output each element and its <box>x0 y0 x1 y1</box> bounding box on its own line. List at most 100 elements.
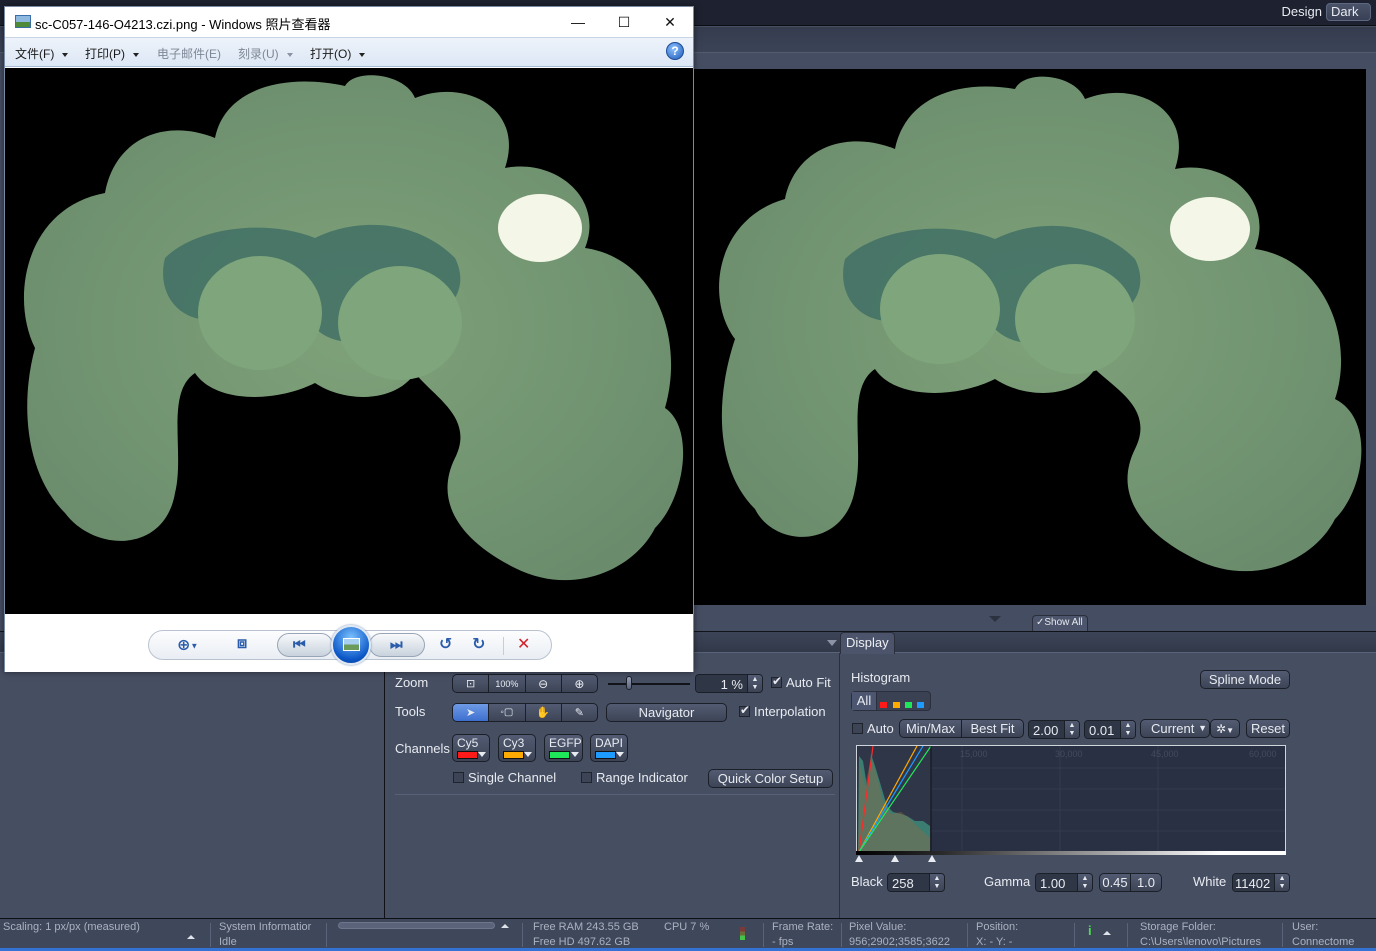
black-point-marker[interactable] <box>855 855 863 862</box>
previous-button[interactable]: ⏮ <box>277 633 333 657</box>
zoom-out-button[interactable]: ⊖ <box>526 675 562 692</box>
spinner-arrows[interactable]: ▲ ▼ <box>930 874 944 891</box>
range-indicator-check[interactable] <box>581 772 592 783</box>
channel-button-dapi[interactable]: DAPI <box>590 734 628 762</box>
design-theme-dropdown[interactable]: Dark <box>1326 3 1371 21</box>
channel-color-swatch <box>503 751 524 759</box>
show-all-tab[interactable]: ✓Show All <box>1032 615 1088 631</box>
zoom-100-button[interactable]: 100% <box>489 675 526 692</box>
channel-swatch-group[interactable] <box>877 692 930 710</box>
spinner-arrows[interactable]: ▲ ▼ <box>1121 721 1135 738</box>
zoom-fit-button[interactable]: ⊡ <box>453 675 490 692</box>
expand-caret-icon[interactable] <box>501 924 509 928</box>
pan-tool-button[interactable]: ✋ <box>526 704 562 721</box>
black-value[interactable]: 258 <box>888 874 930 891</box>
all-channels-button[interactable]: All <box>852 692 877 710</box>
auto-fit-check[interactable] <box>771 674 782 688</box>
panel-divider[interactable] <box>384 653 385 918</box>
zoom-slider-track[interactable] <box>608 683 690 685</box>
zoom-in-button[interactable]: ⊕ <box>562 675 597 692</box>
white-value[interactable]: 11402 <box>1233 874 1276 891</box>
delete-icon[interactable]: ✕ <box>517 634 530 654</box>
menu-file[interactable]: 文件(F) <box>15 45 69 62</box>
navigator-button[interactable]: Navigator <box>606 703 727 722</box>
menu-open[interactable]: 打开(O) <box>310 45 366 62</box>
expand-caret-icon[interactable] <box>187 935 195 939</box>
range-indicator-checkbox[interactable]: Range Indicator <box>581 770 688 785</box>
spline-mode-button[interactable]: Spline Mode <box>1200 670 1290 689</box>
bestfit-button[interactable]: Best Fit <box>962 720 1023 737</box>
spinner-arrows[interactable]: ▲ ▼ <box>1078 874 1092 891</box>
photo-viewer-app-icon <box>15 15 31 28</box>
gamma-marker[interactable] <box>891 855 899 862</box>
minimize-button[interactable]: — <box>555 7 601 37</box>
menu-email[interactable]: 电子邮件(E) <box>157 45 221 62</box>
gamma-value-field[interactable]: 1.00 ▲ ▼ <box>1035 873 1093 892</box>
interpolation-check[interactable] <box>739 703 750 717</box>
interpolation-checkbox[interactable]: Interpolation <box>739 703 826 719</box>
zen-image-view[interactable] <box>693 69 1366 605</box>
reset-button[interactable]: Reset <box>1246 719 1290 738</box>
tab-display[interactable]: Display <box>840 632 895 654</box>
quick-color-setup-button[interactable]: Quick Color Setup <box>708 769 833 788</box>
channel-swatch[interactable] <box>917 702 924 708</box>
bestfit-value2-field[interactable]: 0.01 ▲ ▼ <box>1084 720 1136 739</box>
minmax-button[interactable]: Min/Max <box>900 720 962 737</box>
chevron-down-icon[interactable] <box>524 752 532 757</box>
channel-swatch[interactable] <box>893 702 900 708</box>
slideshow-button[interactable] <box>331 625 371 665</box>
expand-caret-icon[interactable] <box>1103 931 1111 935</box>
auto-check[interactable] <box>852 723 863 734</box>
channel-button-egfp[interactable]: EGFP <box>544 734 583 762</box>
zoom-region-tool-button[interactable]: ◦▢ <box>489 704 526 721</box>
bestfit-value2[interactable]: 0.01 <box>1085 721 1121 738</box>
photo-viewer-title-bar[interactable]: sc-C057-146-O4213.czi.png - Windows 照片查看… <box>5 7 693 37</box>
collapse-arrow-icon[interactable] <box>989 616 1001 622</box>
current-dropdown[interactable]: Current ▼ <box>1140 719 1210 738</box>
zoom-percent-field[interactable]: 1 % ▲ ▼ <box>695 674 763 693</box>
rotate-counterclockwise-icon[interactable]: ↺ <box>439 634 452 654</box>
spinner-arrows[interactable]: ▲ ▼ <box>1065 721 1079 738</box>
single-channel-checkbox[interactable]: Single Channel <box>453 770 556 785</box>
menu-print[interactable]: 打印(P) <box>85 45 139 62</box>
info-icon[interactable]: i <box>1088 923 1092 938</box>
channel-swatch[interactable] <box>880 702 887 708</box>
eyedropper-tool-button[interactable]: ✎ <box>562 704 597 721</box>
auto-fit-checkbox[interactable]: Auto Fit <box>771 674 831 690</box>
channel-swatch[interactable] <box>905 702 912 708</box>
white-value-field[interactable]: 11402 ▲ ▼ <box>1232 873 1290 892</box>
gamma-preset-10[interactable]: 1.0 <box>1131 874 1161 891</box>
spinner-arrows[interactable]: ▲ ▼ <box>1275 874 1289 891</box>
chevron-down-icon[interactable] <box>478 752 486 757</box>
histogram-chart[interactable]: 15,000 30,000 45,000 60,000 <box>856 745 1286 854</box>
settings-dropdown[interactable]: ✲▼ <box>1210 719 1240 738</box>
pointer-tool-button[interactable]: ➤ <box>453 704 490 721</box>
auto-checkbox[interactable]: Auto <box>852 721 894 736</box>
gamma-value[interactable]: 1.00 <box>1036 874 1078 891</box>
storage-folder-path[interactable]: C:\Users\lenovo\Pictures <box>1140 936 1261 948</box>
zoom-icon[interactable]: ⊕▼ <box>177 635 198 655</box>
maximize-button[interactable]: ☐ <box>601 7 647 37</box>
rotate-clockwise-icon[interactable]: ↻ <box>472 634 485 654</box>
zoom-percent-value[interactable]: 1 % <box>696 675 748 692</box>
zoom-slider-thumb[interactable] <box>626 676 633 690</box>
menu-burn[interactable]: 刻录(U) <box>238 45 293 62</box>
help-icon[interactable]: ? <box>666 42 684 60</box>
close-button[interactable]: ✕ <box>647 7 693 37</box>
dropdown-arrow-icon[interactable] <box>827 640 837 646</box>
single-channel-check[interactable] <box>453 772 464 783</box>
bestfit-value1-field[interactable]: 2.00 ▲ ▼ <box>1028 720 1080 739</box>
actual-size-icon[interactable]: ⧈ <box>237 635 247 653</box>
histogram-svg[interactable]: 15,000 30,000 45,000 60,000 <box>857 745 1285 853</box>
chevron-down-icon[interactable] <box>616 752 624 757</box>
gamma-preset-045[interactable]: 0.45 <box>1100 874 1131 891</box>
bestfit-value1[interactable]: 2.00 <box>1029 721 1065 738</box>
chevron-down-icon[interactable] <box>571 752 579 757</box>
photo-viewer-image[interactable] <box>5 68 693 614</box>
white-point-marker[interactable] <box>928 855 936 862</box>
zoom-spinner-arrows[interactable]: ▲ ▼ <box>748 675 762 692</box>
channel-button-cy5[interactable]: Cy5 <box>452 734 490 762</box>
black-value-field[interactable]: 258 ▲ ▼ <box>887 873 945 892</box>
channel-button-cy3[interactable]: Cy3 <box>498 734 536 762</box>
next-button[interactable]: ⏭ <box>369 633 425 657</box>
